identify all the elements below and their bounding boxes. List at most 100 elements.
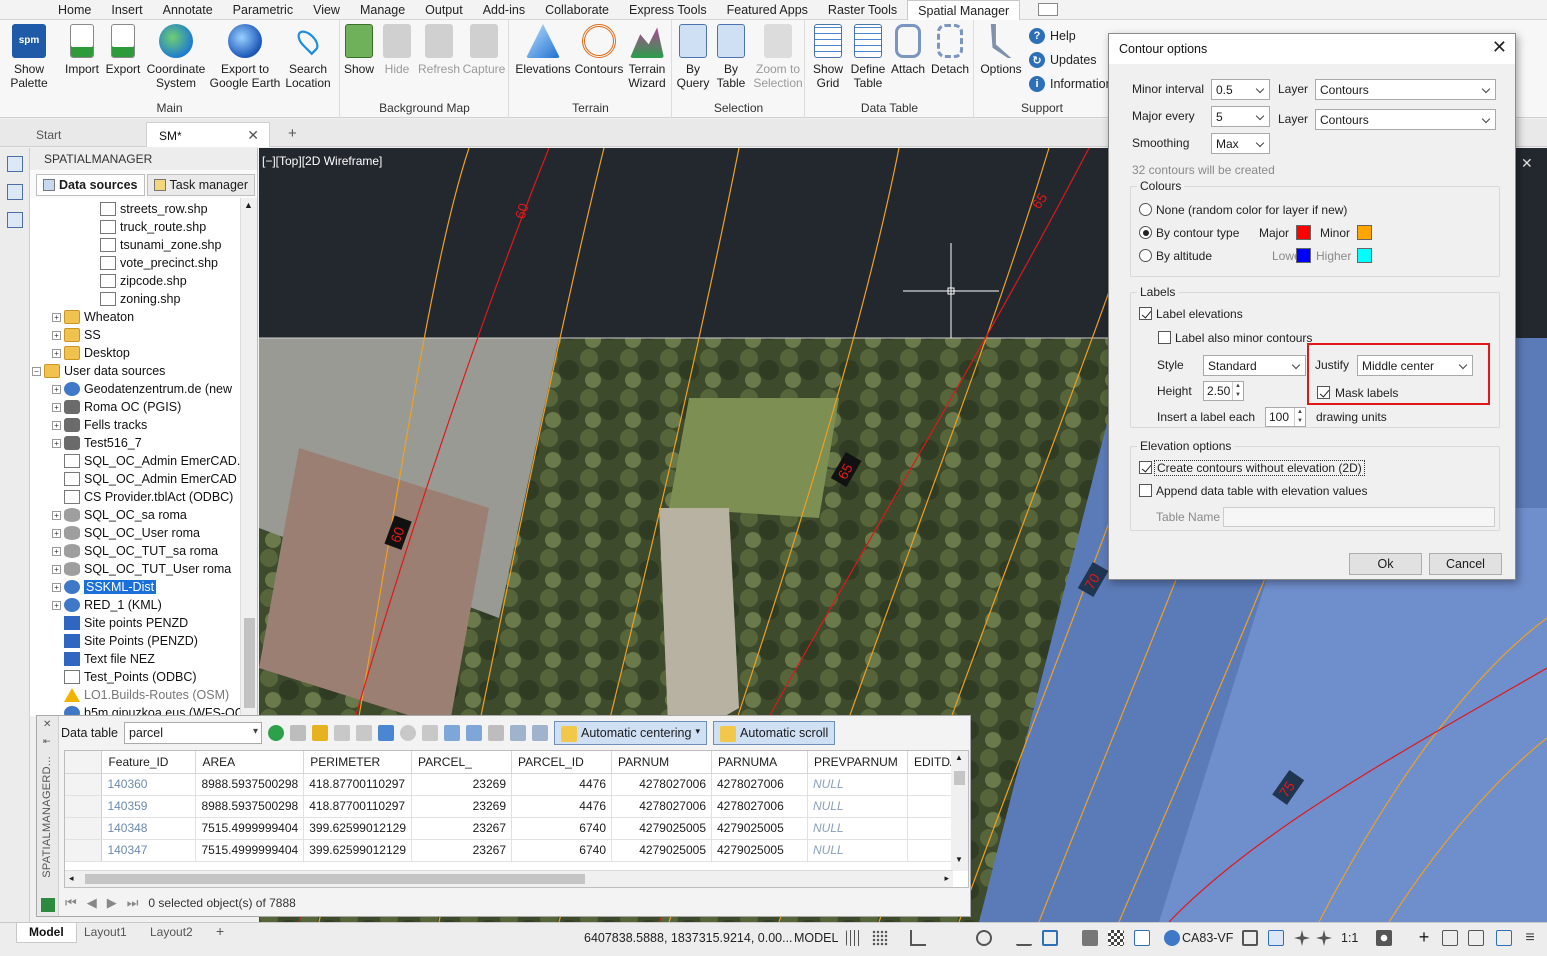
major-every-select[interactable]: 5: [1211, 106, 1270, 127]
location-pin-icon[interactable]: [1134, 930, 1150, 946]
select-by-query-button[interactable]: By Query: [675, 24, 711, 90]
link-icon[interactable]: [509, 725, 526, 741]
table-cell[interactable]: 4278027006: [711, 795, 808, 818]
tree-node[interactable]: SQL_OC_TUT_sa roma: [64, 542, 218, 560]
tree-node[interactable]: Geodatenzentrum.de (new: [64, 380, 232, 398]
scroll-left-icon[interactable]: ◂: [69, 873, 74, 884]
plus-icon[interactable]: +: [1416, 928, 1432, 946]
import-button[interactable]: Import: [60, 24, 104, 76]
table-cell[interactable]: 23267: [411, 817, 512, 840]
tree-node[interactable]: SQL_OC_User roma: [64, 524, 200, 542]
help-button[interactable]: ? Help: [1029, 28, 1076, 44]
table-cell[interactable]: 4279025005: [611, 839, 712, 862]
tree-node[interactable]: CS Provider.tblAct (ODBC): [64, 488, 233, 506]
globe-icon[interactable]: [1164, 930, 1180, 946]
tab-addins[interactable]: Add-ins: [473, 0, 535, 20]
layout-tab-model[interactable]: Model: [16, 923, 77, 943]
tree-node[interactable]: SQL_OC_sa roma: [64, 506, 187, 524]
elevations-button[interactable]: Elevations: [514, 24, 572, 76]
tree-expander[interactable]: +: [52, 313, 61, 322]
viewport-controls-label[interactable]: [−][Top][2D Wireframe]: [262, 154, 382, 168]
layout-tab-layout2[interactable]: Layout2: [138, 923, 205, 943]
tree-node[interactable]: SSKML-Dist: [64, 578, 157, 596]
tab-start[interactable]: Start: [24, 122, 142, 147]
tree-node[interactable]: Fells tracks: [64, 416, 147, 434]
major-colour-swatch[interactable]: [1296, 225, 1311, 240]
minor-interval-select[interactable]: 0.5: [1211, 79, 1270, 100]
tree-expander[interactable]: +: [52, 511, 61, 520]
grid-vscroll-thumb[interactable]: [954, 771, 965, 785]
table-cell[interactable]: NULL: [807, 773, 908, 796]
smoothing-select[interactable]: Max: [1211, 133, 1270, 154]
tab-parametric[interactable]: Parametric: [223, 0, 303, 20]
terrain-wizard-button[interactable]: Terrain Wizard: [624, 24, 670, 90]
coordinate-system-readout[interactable]: CA83-VF: [1182, 931, 1233, 945]
table-settings-icon[interactable]: [289, 725, 306, 741]
palette-toggle-icon[interactable]: [7, 156, 23, 172]
bgmap-show-button[interactable]: Show: [341, 24, 377, 76]
show-palette-button[interactable]: spm Show Palette: [6, 24, 52, 90]
table-row[interactable]: 140347 7515.4999999404 399.62599012129 2326…: [65, 839, 968, 862]
close-icon[interactable]: ✕: [1492, 37, 1507, 58]
table-cell[interactable]: 418.87700110297: [303, 795, 412, 818]
tree-expander[interactable]: +: [52, 349, 61, 358]
tree-expander[interactable]: +: [52, 583, 61, 592]
column-header[interactable]: PARNUMA: [711, 751, 808, 774]
scroll-right-icon[interactable]: ▸: [944, 873, 949, 884]
column-header[interactable]: PARCEL_ID: [511, 751, 612, 774]
tree-node[interactable]: zipcode.shp: [100, 272, 187, 290]
bgmap-hide-button[interactable]: Hide: [379, 24, 415, 76]
no-elevation-checkbox[interactable]: [1139, 461, 1152, 474]
tab-view[interactable]: View: [303, 0, 350, 20]
table-cell[interactable]: 7515.4999999404: [195, 817, 305, 840]
tab-featured-apps[interactable]: Featured Apps: [717, 0, 818, 20]
export-table-icon[interactable]: [421, 725, 438, 741]
tab-collaborate[interactable]: Collaborate: [535, 0, 619, 20]
filter-icon[interactable]: [399, 725, 416, 741]
copy-icon[interactable]: [333, 725, 350, 741]
tree-node[interactable]: zoning.shp: [100, 290, 180, 308]
layout-tab-layout1[interactable]: Layout1: [72, 923, 139, 943]
tab-express-tools[interactable]: Express Tools: [619, 0, 717, 20]
scroll-up-icon[interactable]: ▲: [244, 200, 253, 210]
zoom-to-selection-button[interactable]: Zoom to Selection: [751, 24, 805, 90]
tree-expander[interactable]: −: [32, 367, 41, 376]
panel-close-icon[interactable]: ✕: [43, 719, 51, 730]
grid-vertical-scrollbar[interactable]: ▲ ▼: [951, 751, 968, 871]
excel-icon[interactable]: [41, 898, 55, 912]
column-header[interactable]: PARCEL_: [411, 751, 512, 774]
tree-node[interactable]: Site points PENZD: [64, 614, 188, 632]
customize-menu-icon[interactable]: ≡: [1522, 930, 1538, 946]
add-layout-icon[interactable]: +: [204, 923, 236, 943]
style-select[interactable]: Standard: [1203, 355, 1306, 376]
grid-hscroll-thumb[interactable]: [85, 874, 585, 884]
higher-colour-swatch[interactable]: [1357, 248, 1372, 263]
table-cell[interactable]: 23269: [411, 773, 512, 796]
table-cell[interactable]: 399.62599012129: [303, 839, 412, 862]
table-cell[interactable]: 4476: [511, 795, 612, 818]
auto-scale-icon[interactable]: [1294, 930, 1310, 946]
annotation-visibility-icon[interactable]: [1268, 930, 1284, 946]
tab-data-sources[interactable]: Data sources: [36, 174, 145, 196]
table-cell[interactable]: 4476: [511, 773, 612, 796]
tab-annotate[interactable]: Annotate: [153, 0, 223, 20]
lineweight-icon[interactable]: [1082, 930, 1098, 946]
tab-spatial-manager[interactable]: Spatial Manager: [907, 0, 1021, 20]
table-cell[interactable]: 140360: [101, 773, 197, 796]
layer-toggle-icon[interactable]: [7, 184, 23, 200]
table-cell[interactable]: 140348: [101, 817, 197, 840]
tree-scrollbar[interactable]: ▲: [240, 198, 257, 716]
colour-by-type-radio[interactable]: [1139, 226, 1152, 239]
tree-node[interactable]: SQL_OC_TUT_User roma: [64, 560, 231, 578]
properties-toggle-icon[interactable]: [7, 212, 23, 228]
tree-node[interactable]: SQL_OC_Admin EmerCAD I: [64, 470, 240, 488]
table-cell[interactable]: 7515.4999999404: [195, 839, 305, 862]
search-location-button[interactable]: Search Location: [280, 24, 336, 90]
erase-icon[interactable]: [355, 725, 372, 741]
tree-node[interactable]: vote_precinct.shp: [100, 254, 218, 272]
tree-expander[interactable]: +: [52, 439, 61, 448]
tab-raster-tools[interactable]: Raster Tools: [818, 0, 907, 20]
panel-pin-icon[interactable]: ⇤: [43, 736, 51, 747]
scroll-down-icon[interactable]: ▼: [955, 855, 963, 864]
viewport-close-icon[interactable]: ✕: [1521, 156, 1533, 172]
